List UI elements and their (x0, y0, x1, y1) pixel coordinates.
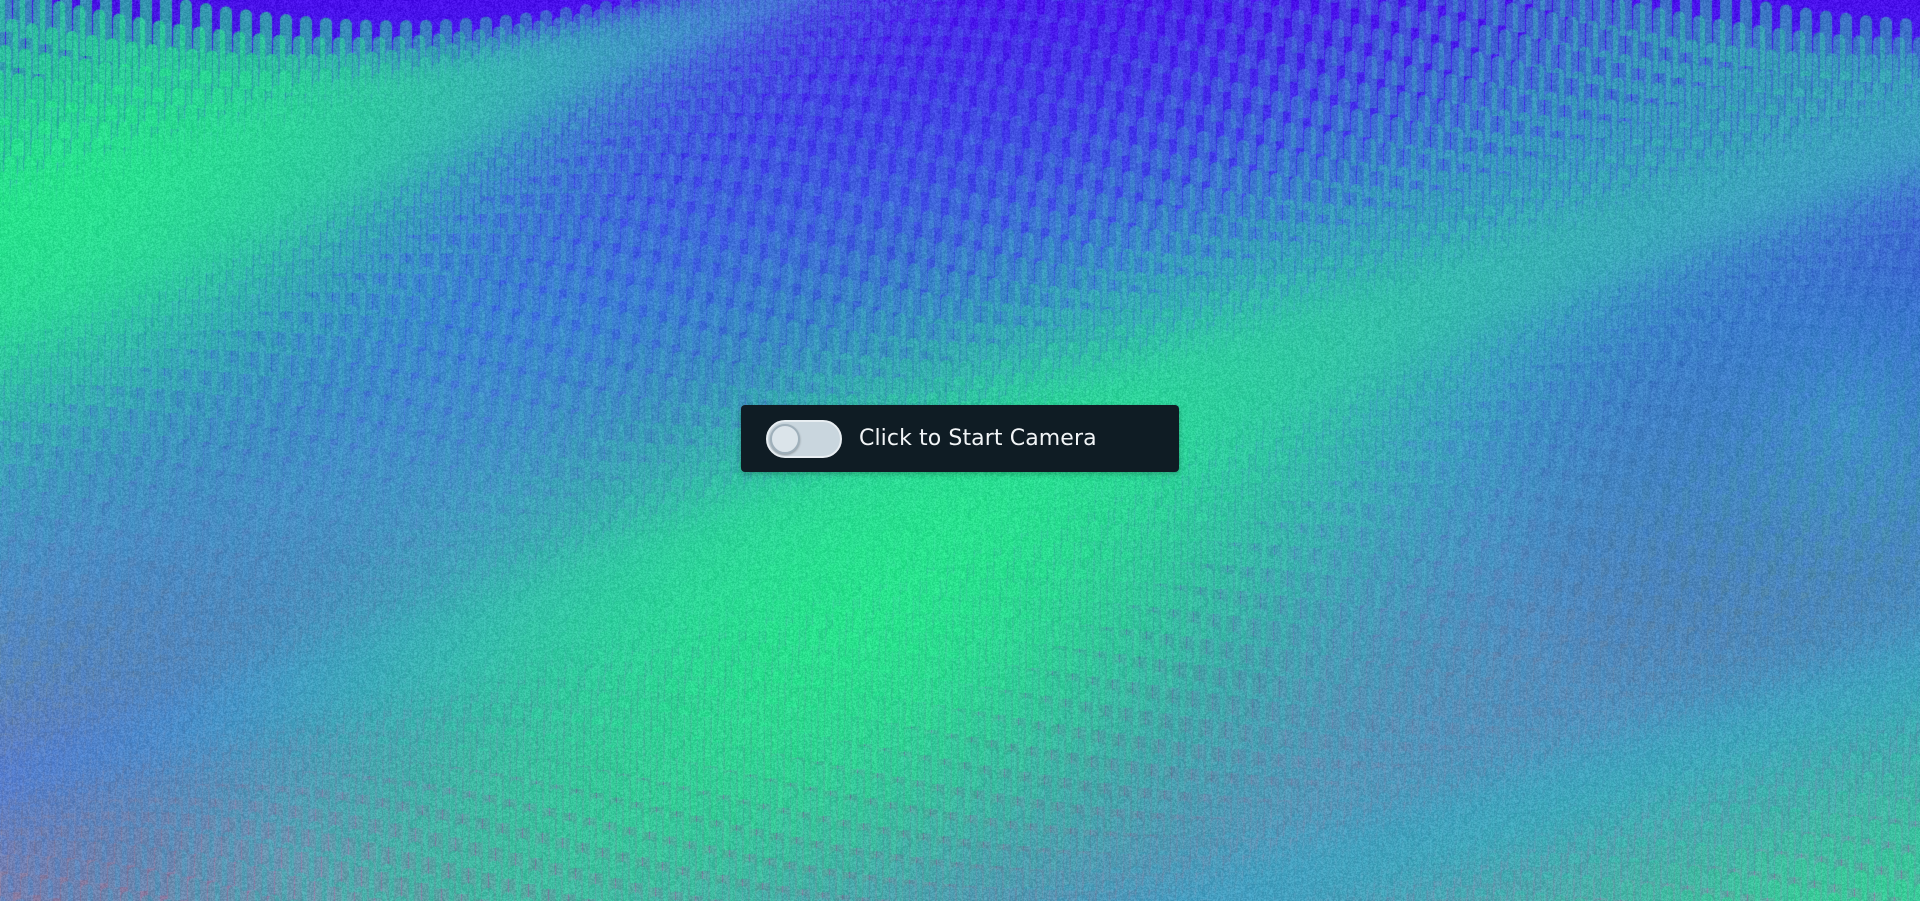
toggle-switch-icon[interactable] (766, 419, 842, 458)
camera-toggle-button[interactable]: Click to Start Camera (741, 405, 1179, 472)
app-stage: Click to Start Camera (0, 0, 1920, 901)
camera-toggle-label: Click to Start Camera (859, 426, 1097, 451)
toggle-knob (770, 423, 800, 454)
